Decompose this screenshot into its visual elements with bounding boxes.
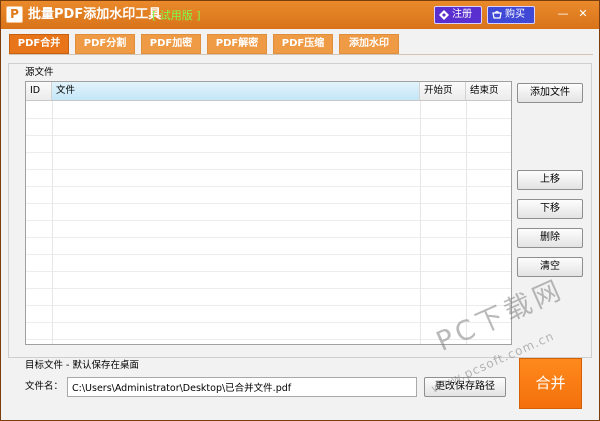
- buy-button[interactable]: 购买: [487, 6, 535, 24]
- column-header-end-page[interactable]: 结束页: [466, 82, 511, 100]
- table-row: [26, 288, 511, 289]
- file-name-input[interactable]: [67, 377, 417, 397]
- buy-label: 购买: [505, 9, 525, 20]
- table-row: [26, 271, 511, 272]
- target-file-label: 目标文件 - 默认保存在桌面: [25, 360, 139, 371]
- tab-pdf-split[interactable]: PDF分割: [75, 34, 135, 54]
- app-logo-icon: P: [6, 6, 23, 23]
- table-row: [26, 220, 511, 221]
- table-row: [26, 203, 511, 204]
- merge-button[interactable]: 合并: [519, 358, 582, 409]
- app-window: P 批量PDF添加水印工具 [ 试用版 ] 注册 购买 — ✕ PDF合并 PD…: [0, 0, 600, 421]
- tab-pdf-merge[interactable]: PDF合并: [9, 34, 69, 54]
- tab-bar-divider: [9, 54, 593, 55]
- table-row: [26, 186, 511, 187]
- tab-pdf-decrypt[interactable]: PDF解密: [207, 34, 267, 54]
- source-group-label: 源文件: [25, 67, 54, 78]
- column-header-start-page[interactable]: 开始页: [420, 82, 466, 100]
- column-header-id[interactable]: ID: [26, 82, 52, 100]
- table-row: [26, 135, 511, 136]
- tab-pdf-encrypt[interactable]: PDF加密: [141, 34, 201, 54]
- table-header: ID 文件 开始页 结束页: [26, 82, 511, 101]
- title-bar[interactable]: P 批量PDF添加水印工具 [ 试用版 ] 注册 购买 — ✕: [1, 1, 599, 29]
- source-file-table[interactable]: ID 文件 开始页 结束页: [25, 81, 512, 345]
- register-label: 注册: [452, 9, 472, 20]
- add-file-button[interactable]: 添加文件: [517, 83, 583, 103]
- column-divider: [52, 101, 53, 344]
- file-name-label: 文件名：: [25, 381, 64, 392]
- move-down-button[interactable]: 下移: [517, 199, 583, 219]
- table-row: [26, 254, 511, 255]
- register-button[interactable]: 注册: [434, 6, 482, 24]
- move-up-button[interactable]: 上移: [517, 170, 583, 190]
- diamond-icon: [439, 10, 449, 20]
- table-row: [26, 237, 511, 238]
- delete-button[interactable]: 删除: [517, 228, 583, 248]
- table-row: [26, 169, 511, 170]
- tab-pdf-compress[interactable]: PDF压缩: [273, 34, 333, 54]
- minimize-icon[interactable]: —: [555, 7, 571, 21]
- column-header-file[interactable]: 文件: [52, 82, 420, 100]
- cart-icon: [492, 10, 502, 19]
- table-row: [26, 305, 511, 306]
- table-row: [26, 118, 511, 119]
- tab-add-watermark[interactable]: 添加水印: [339, 34, 399, 54]
- trial-badge: [ 试用版 ]: [152, 9, 201, 22]
- app-title: 批量PDF添加水印工具: [28, 7, 162, 22]
- column-divider: [420, 101, 421, 344]
- table-row: [26, 152, 511, 153]
- close-icon[interactable]: ✕: [575, 7, 591, 21]
